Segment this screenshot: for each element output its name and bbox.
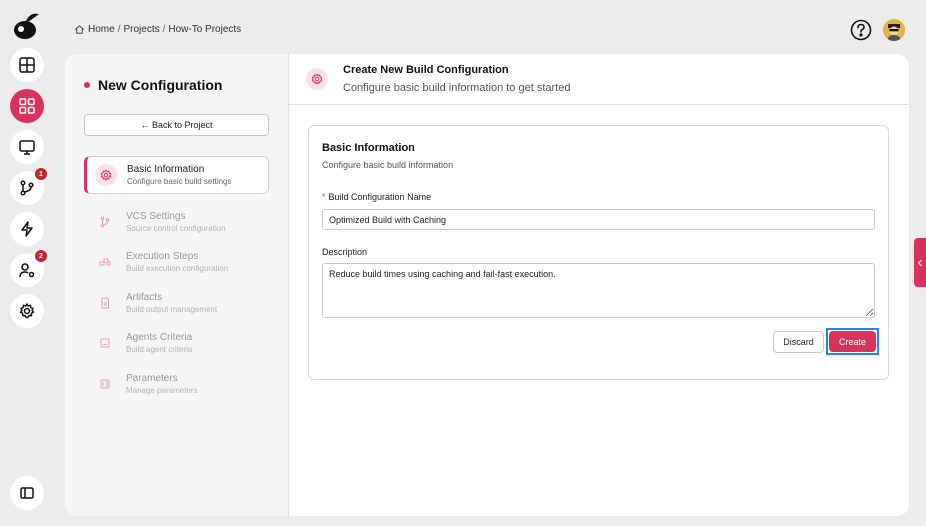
monitor-icon [19,140,35,155]
config-title: New Configuration [84,77,222,93]
git-branch-icon [94,211,116,233]
step-subtitle: Build output management [126,305,218,314]
create-button[interactable]: Create [829,331,876,352]
home-icon [75,25,84,34]
step-execution-steps[interactable]: Execution Steps Build execution configur… [84,243,269,281]
notification-badge: 1 [35,168,47,180]
sidebar-panel-icon [20,487,34,499]
apps-grid-icon [19,98,35,114]
config-title-text: New Configuration [98,77,223,93]
gear-icon [19,303,35,319]
step-title: Parameters [126,373,178,384]
create-button-focus-ring: Create [826,328,879,355]
required-mark: * [322,192,326,202]
gear-icon [306,68,328,90]
step-title: Agents Criteria [126,332,193,343]
sidebar-item-dashboard[interactable] [10,48,44,82]
layout-grid-icon [19,57,35,73]
breadcrumb: Home / Projects / How-To Projects [74,24,241,35]
basic-information-form: Basic Information Configure basic build … [308,125,889,380]
git-branch-icon [20,180,34,196]
gear-icon [95,164,117,186]
breadcrumb-projects[interactable]: Projects [123,24,159,35]
user-gear-icon [19,263,35,278]
step-subtitle: Configure basic build settings [127,177,232,186]
sidebar-item-user-settings[interactable]: 2 [10,250,47,287]
back-to-project-button[interactable]: ← Back to Project [84,114,269,136]
page-title: Create New Build Configuration [343,64,509,76]
discard-button[interactable]: Discard [773,331,824,353]
config-steps-panel: New Configuration ← Back to Project Basi… [65,54,289,516]
page-subtitle: Configure basic build information to get… [343,82,571,94]
parameters-icon [94,373,116,395]
sidebar-item-source-control[interactable]: 1 [10,168,47,205]
breadcrumb-separator: / [162,24,166,35]
section-subtitle: Configure basic build information [322,160,454,170]
name-label-text: Build Configuration Name [328,192,432,202]
step-subtitle: Manage parameters [126,386,198,395]
step-agents-criteria[interactable]: Agents Criteria Build agent criteria [84,324,269,362]
description-label: Description [322,247,368,257]
chevron-left-icon [917,259,922,266]
step-vcs-settings[interactable]: VCS Settings Source control configuratio… [84,203,269,241]
step-title: Artifacts [126,292,163,303]
form-header: Create New Build Configuration Configure… [289,54,909,105]
file-icon [94,292,116,314]
step-parameters[interactable]: Parameters Manage parameters [84,365,269,403]
step-title: Execution Steps [126,251,199,262]
breadcrumb-home[interactable]: Home [88,24,115,35]
sidebar-item-settings[interactable] [10,294,44,328]
section-title: Basic Information [322,142,415,154]
avatar[interactable] [883,19,905,41]
breadcrumb-separator: / [117,24,121,35]
agent-icon [94,332,116,354]
sidebar-item-automation[interactable] [10,212,44,246]
breadcrumb-current: How-To Projects [168,24,242,35]
left-rail: 1 2 [0,0,54,526]
sidebar-item-apps[interactable] [10,89,44,123]
notification-badge: 2 [35,250,47,262]
sidebar-item-monitor[interactable] [10,130,44,164]
step-subtitle: Build execution configuration [126,264,229,273]
sidebar-collapse-button[interactable] [10,476,44,510]
app-logo-icon[interactable] [10,10,42,42]
status-dot [84,82,90,88]
side-panel-toggle[interactable] [914,238,926,287]
steps-icon [94,251,116,273]
build-config-name-input[interactable] [322,209,875,230]
name-label: * Build Configuration Name [322,192,431,202]
step-basic-information[interactable]: Basic Information Configure basic build … [84,156,269,194]
main-card: New Configuration ← Back to Project Basi… [65,54,909,516]
lightning-icon [21,221,33,237]
step-subtitle: Source control configuration [126,224,226,233]
help-icon[interactable] [850,19,872,41]
step-title: Basic Information [127,164,205,175]
step-artifacts[interactable]: Artifacts Build output management [84,284,269,322]
description-textarea[interactable]: Reduce build times using caching and fai… [322,263,875,318]
step-subtitle: Build agent criteria [126,345,193,354]
step-title: VCS Settings [126,211,186,222]
